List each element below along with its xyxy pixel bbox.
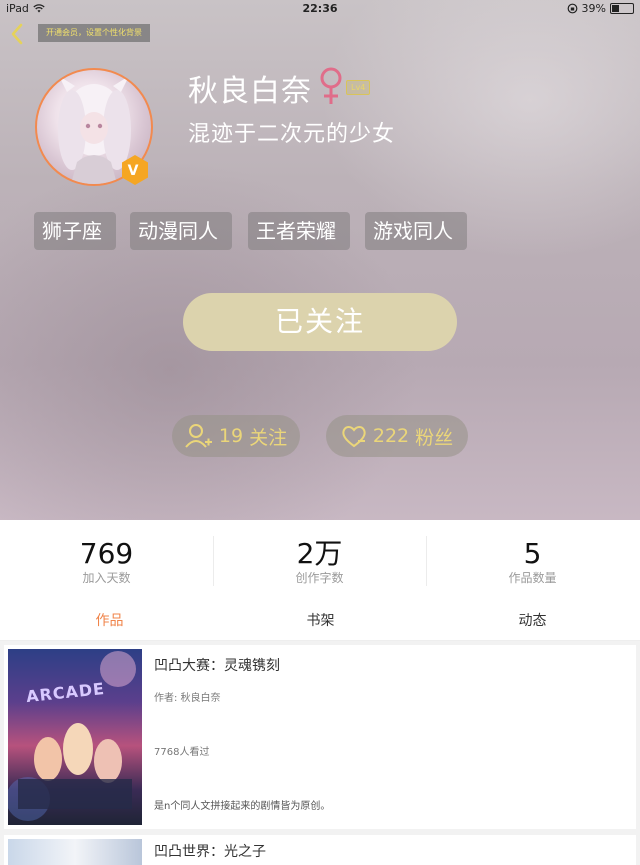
stat-label: 作品数量 (508, 571, 557, 585)
fans-label: 粉丝 (415, 426, 454, 449)
clock: 22:36 (302, 2, 338, 15)
work-title[interactable]: 凹凸世界：光之子 (154, 841, 266, 861)
stat-works-count: 5 作品数量 (426, 538, 639, 586)
following-count-button[interactable]: 19 关注 (172, 415, 300, 457)
following-count: 19 (218, 425, 244, 447)
back-button[interactable] (6, 22, 28, 46)
work-title[interactable]: 凹凸大赛：灵魂镌刻 (154, 655, 280, 675)
level-badge: Lv4 (346, 80, 371, 95)
orientation-lock-icon (567, 3, 577, 14)
following-label: 关注 (249, 426, 288, 449)
fans-count: 222 (372, 425, 410, 447)
stat-label: 创作字数 (295, 571, 344, 585)
work-views: 7768人看过 (154, 747, 210, 758)
tag-item[interactable]: 动漫同人 (130, 212, 232, 250)
tag-item[interactable]: 狮子座 (34, 212, 116, 250)
list-item[interactable]: 凹凸世界：光之子 (4, 835, 636, 865)
stat-word-count: 2万 创作字数 (213, 538, 426, 586)
stat-value: 769 (79, 537, 134, 570)
avatar-container[interactable]: V (35, 68, 153, 186)
stats-panel: 769 加入天数 2万 创作字数 5 作品数量 (0, 520, 640, 600)
tab-works[interactable]: 作品 (3, 610, 216, 630)
add-user-icon (185, 424, 212, 448)
profile-tabs: 作品 书架 动态 (0, 600, 640, 641)
stat-label: 加入天数 (82, 571, 131, 585)
stat-value: 5 (523, 537, 542, 570)
vip-badge-icon: V (122, 155, 148, 185)
list-item[interactable]: ARCADE 凹凸大赛：灵魂镌刻 作者: 秋良白奈 7768人看过 是n个同人文… (4, 645, 636, 829)
work-cover-image[interactable]: ARCADE (8, 649, 142, 825)
tab-bookshelf[interactable]: 书架 (214, 610, 427, 630)
work-author: 作者: 秋良白奈 (154, 693, 221, 704)
tag-item[interactable]: 王者荣耀 (248, 212, 350, 250)
battery-icon (610, 3, 634, 14)
battery-percent: 39% (581, 2, 606, 15)
svg-text:V: V (128, 163, 139, 179)
status-bar: iPad 22:36 39% (0, 0, 640, 18)
work-description: 是n个同人文拼接起来的剧情皆为原创。 (154, 801, 331, 812)
user-bio: 混迹于二次元的少女 (188, 122, 396, 147)
heart-icon (342, 426, 366, 448)
tag-item[interactable]: 游戏同人 (365, 212, 467, 250)
stat-value: 2万 (296, 537, 343, 570)
tab-activity[interactable]: 动态 (426, 610, 639, 630)
chevron-left-icon (11, 23, 23, 45)
work-cover-image[interactable] (8, 839, 142, 865)
fans-count-button[interactable]: 222 粉丝 (326, 415, 468, 457)
female-gender-icon (320, 67, 342, 104)
stat-days-joined: 769 加入天数 (0, 538, 213, 586)
works-list: ARCADE 凹凸大赛：灵魂镌刻 作者: 秋良白奈 7768人看过 是n个同人文… (0, 641, 640, 865)
nickname: 秋良白奈 (188, 74, 312, 109)
vip-background-banner[interactable]: 开通会员，设置个性化背景 (38, 24, 150, 42)
follow-status-button[interactable]: 已关注 (183, 293, 457, 351)
